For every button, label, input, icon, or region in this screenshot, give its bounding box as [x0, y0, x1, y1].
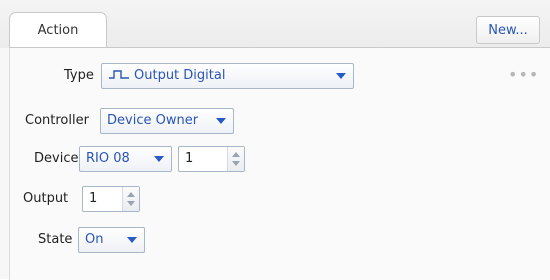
chevron-down-icon: [216, 118, 226, 124]
device-dropdown[interactable]: RIO 08: [79, 146, 172, 172]
device-value: RIO 08: [86, 151, 130, 166]
controller-value: Device Owner: [107, 113, 199, 128]
pulse-icon: [109, 70, 129, 79]
new-button-label: New...: [488, 22, 528, 38]
device-index-value: 1: [185, 151, 194, 166]
stepper-buttons[interactable]: [227, 147, 244, 171]
chevron-down-icon: [154, 156, 164, 162]
device-label: Device: [34, 151, 79, 166]
state-dropdown[interactable]: On: [78, 227, 145, 253]
stepper-down-icon[interactable]: [127, 201, 135, 206]
output-stepper[interactable]: 1: [82, 186, 140, 212]
tab-strip: Action New...: [0, 0, 550, 48]
state-value: On: [85, 232, 104, 247]
controller-label: Controller: [25, 113, 89, 128]
type-value: Output Digital: [134, 68, 226, 83]
chevron-down-icon: [127, 237, 137, 243]
device-index-stepper[interactable]: 1: [178, 146, 245, 172]
output-label: Output: [23, 191, 69, 206]
stepper-up-icon[interactable]: [127, 192, 135, 197]
stepper-buttons[interactable]: [122, 187, 139, 211]
controller-dropdown[interactable]: Device Owner: [100, 108, 234, 134]
stepper-down-icon[interactable]: [232, 161, 240, 166]
tab-action[interactable]: Action: [9, 12, 107, 48]
chevron-down-icon: [336, 73, 346, 79]
stepper-up-icon[interactable]: [232, 152, 240, 157]
new-button[interactable]: New...: [476, 16, 540, 44]
more-icon[interactable]: •••: [508, 67, 538, 83]
type-label: Type: [64, 68, 94, 83]
type-dropdown[interactable]: Output Digital: [101, 63, 354, 89]
tab-action-label: Action: [37, 23, 79, 38]
output-value: 1: [89, 191, 98, 206]
state-label: State: [38, 232, 73, 247]
